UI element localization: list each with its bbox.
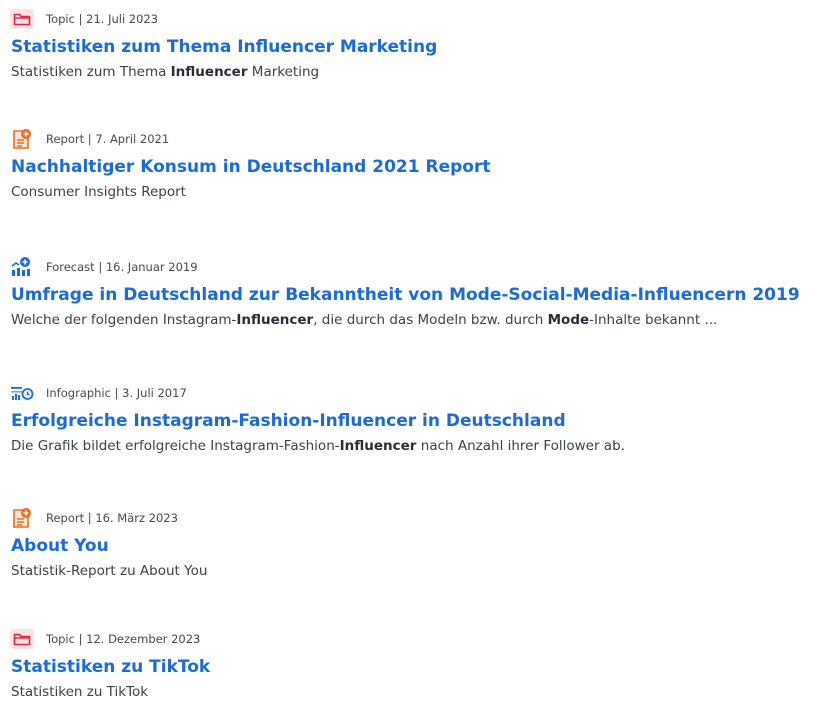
result-title-link[interactable]: Nachhaltiger Konsum in Deutschland 2021 …: [11, 157, 490, 177]
result-date: 3. Juli 2017: [122, 386, 187, 400]
desc-highlight: Mode: [547, 312, 590, 328]
report-icon: [10, 508, 34, 528]
folder-icon: [10, 629, 34, 649]
result-date: 16. März 2023: [95, 511, 178, 525]
desc-text: Consumer Insights Report: [11, 184, 186, 200]
report-icon: [10, 129, 34, 149]
desc-text: -Inhalte bekannt ...: [589, 312, 718, 328]
result-description: Statistiken zu TikTok: [11, 684, 148, 700]
desc-text: , die durch das Modeln bzw. durch: [313, 312, 548, 328]
desc-text: Welche der folgenden Instagram-: [11, 312, 237, 328]
desc-text: Statistik-Report zu About You: [11, 563, 208, 579]
result-date: 21. Juli 2023: [86, 12, 159, 26]
result-title-link[interactable]: Statistiken zum Thema Influencer Marketi…: [11, 37, 437, 57]
result-description: Die Grafik bildet erfolgreiche Instagram…: [11, 438, 625, 454]
result-meta: Topic | 21. Juli 2023: [10, 8, 158, 30]
result-type: Infographic: [46, 386, 111, 400]
result-meta: Infographic | 3. Juli 2017: [10, 382, 187, 404]
desc-text: Die Grafik bildet erfolgreiche Instagram…: [11, 438, 340, 454]
result-meta: Report | 16. März 2023: [10, 507, 178, 529]
result-description: Consumer Insights Report: [11, 184, 186, 200]
result-description: Statistik-Report zu About You: [11, 563, 207, 579]
infographic-icon: [10, 383, 34, 403]
search-results-list: Topic | 21. Juli 2023 Statistiken zum Th…: [0, 0, 837, 718]
result-type: Forecast: [46, 260, 95, 274]
desc-text: nach Anzahl ihrer Follower ab.: [416, 438, 625, 454]
meta-separator: |: [84, 132, 96, 146]
desc-highlight: Influencer: [170, 64, 248, 80]
result-meta: Topic | 12. Dezember 2023: [10, 628, 200, 650]
result-meta: Report | 7. April 2021: [10, 128, 169, 150]
meta-separator: |: [74, 632, 87, 646]
forecast-icon: [10, 257, 34, 277]
result-type: Topic: [46, 632, 75, 646]
result-title-link[interactable]: Erfolgreiche Instagram-Fashion-Influence…: [11, 411, 566, 431]
result-title-link[interactable]: About You: [11, 536, 109, 556]
result-title-link[interactable]: Umfrage in Deutschland zur Bekanntheit v…: [11, 285, 800, 305]
result-type: Topic: [46, 12, 75, 26]
folder-icon: [10, 9, 34, 29]
desc-highlight: Influencer: [339, 438, 417, 454]
result-date: 7. April 2021: [95, 132, 170, 146]
result-type: Report: [46, 511, 85, 525]
result-description: Statistiken zum Thema Influencer Marketi…: [11, 64, 319, 80]
result-title-link[interactable]: Statistiken zu TikTok: [11, 657, 210, 677]
meta-separator: |: [110, 386, 123, 400]
result-date: 12. Dezember 2023: [86, 632, 201, 646]
meta-separator: |: [84, 511, 96, 525]
desc-text: Marketing: [247, 64, 320, 80]
result-date: 16. Januar 2019: [105, 260, 198, 274]
desc-highlight: Influencer: [236, 312, 314, 328]
result-meta: Forecast | 16. Januar 2019: [10, 256, 198, 278]
desc-text: Statistiken zum Thema: [11, 64, 171, 80]
result-description: Welche der folgenden Instagram-Influence…: [11, 312, 717, 328]
desc-text: Statistiken zu TikTok: [11, 684, 149, 700]
result-type: Report: [46, 132, 85, 146]
meta-separator: |: [74, 12, 87, 26]
meta-separator: |: [94, 260, 106, 274]
